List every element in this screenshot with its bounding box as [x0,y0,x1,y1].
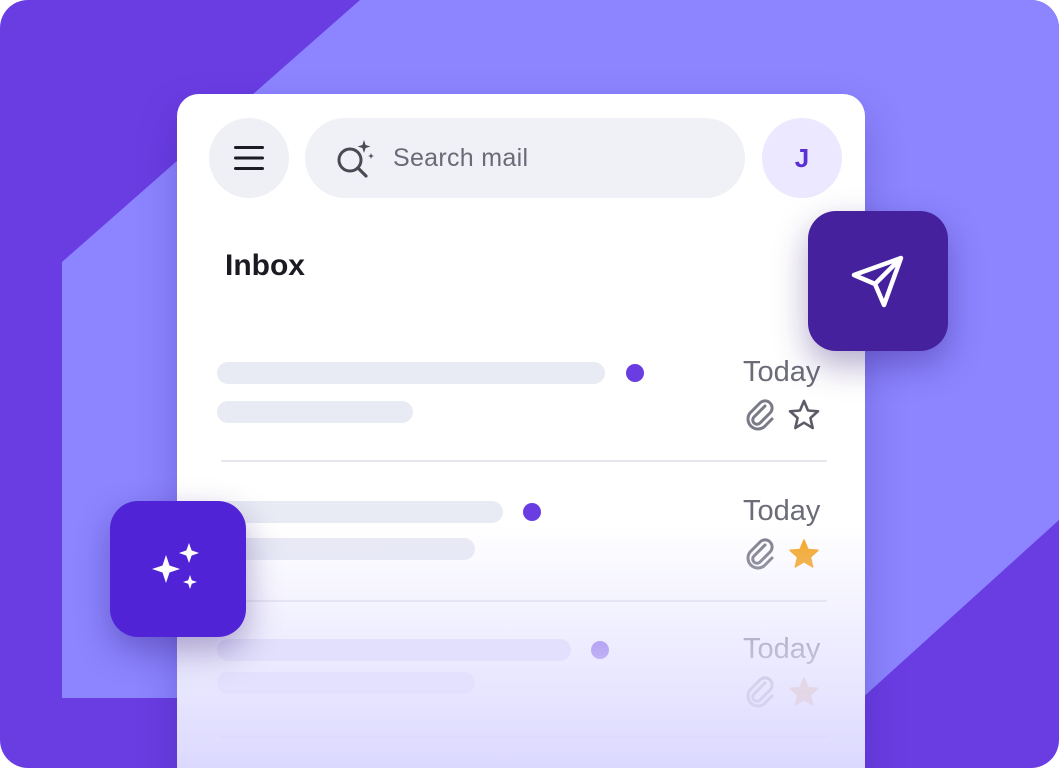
search-bar[interactable]: Search mail [305,118,745,198]
sparkles-icon [152,543,199,589]
preview-placeholder-bar [217,401,413,423]
message-date: Today [743,633,821,665]
unread-dot [523,503,541,521]
preview-placeholder-bar [217,672,475,694]
mail-app-card: Search mail J Inbox Today Today Today [177,94,865,768]
unread-dot [626,364,644,382]
hamburger-menu-icon [234,146,264,170]
page-title: Inbox [225,249,305,282]
subject-placeholder-bar [217,362,605,384]
message-row[interactable]: Today [177,356,865,494]
search-placeholder: Search mail [393,144,529,172]
subject-placeholder-bar [217,501,503,523]
message-date: Today [743,495,821,527]
row-divider [221,736,827,738]
message-date: Today [743,356,821,388]
paperclip-icon[interactable] [743,398,777,432]
message-row[interactable]: Today [177,633,865,768]
promo-stage: Search mail J Inbox Today Today Today [0,0,1059,768]
row-divider [221,600,827,602]
star-filled-icon[interactable] [787,537,821,571]
unread-dot [591,641,609,659]
row-divider [221,460,827,462]
preview-placeholder-bar [217,538,475,560]
avatar[interactable]: J [762,118,842,198]
menu-button[interactable] [209,118,289,198]
star-filled-icon[interactable] [787,675,821,709]
message-row[interactable]: Today [177,495,865,633]
subject-placeholder-bar [217,639,571,661]
paper-plane-icon [851,255,904,308]
star-outline-icon[interactable] [787,398,821,432]
paperclip-icon[interactable] [743,675,777,709]
search-sparkle-icon [337,140,374,178]
send-button[interactable] [808,211,948,351]
paperclip-icon[interactable] [743,537,777,571]
ai-sparkle-button[interactable] [110,501,246,637]
